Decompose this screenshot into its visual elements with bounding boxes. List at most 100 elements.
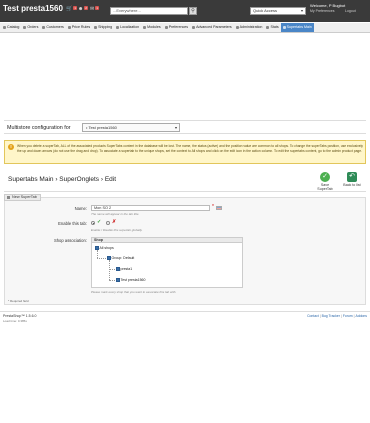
- stats-icon: [266, 26, 270, 29]
- tree-connector: [109, 280, 115, 281]
- tab-advanced-parameters[interactable]: Advanced Parameters: [190, 23, 234, 32]
- preferences-icon: [164, 26, 168, 29]
- name-hint: The name will appear in the tab title.: [91, 212, 140, 216]
- bug-tracker-link[interactable]: Bug Tracker: [322, 314, 340, 318]
- check-icon: ✓: [97, 219, 102, 225]
- tree-header: Shop: [92, 238, 242, 243]
- quick-access-label: Quick Access: [253, 8, 278, 13]
- localization-icon: [116, 26, 120, 29]
- search-icon: ⚲: [191, 8, 195, 14]
- enable-yes-radio[interactable]: [91, 221, 95, 225]
- tab-administration[interactable]: Administration: [234, 23, 265, 32]
- load-time: Load time: 0.385s: [3, 319, 27, 323]
- enable-no-radio[interactable]: [106, 221, 110, 225]
- multistore-selected: • Test presta1560: [86, 125, 117, 130]
- addons-link[interactable]: Addons: [356, 314, 368, 318]
- save-button[interactable]: ✓ Save SuperTab: [314, 172, 336, 191]
- menu-label: Modules: [147, 25, 161, 29]
- name-input[interactable]: Mon SO 2: [91, 205, 210, 211]
- notification-count: 1: [95, 6, 99, 10]
- page-footer: PrestaShop™ 1.5.6.0 Load time: 0.385s Co…: [0, 311, 370, 323]
- tab-orders[interactable]: Orders: [21, 23, 40, 32]
- name-label: Name:: [74, 206, 87, 211]
- tree-connector: [97, 258, 106, 259]
- multistore-select[interactable]: • Test presta1560 ▾: [82, 123, 180, 132]
- cart-icon: 🛒: [66, 6, 73, 12]
- price-rules-icon: [67, 26, 71, 29]
- supertabs-icon: [282, 26, 286, 29]
- multistore-bar: Multistore configuration for • Test pres…: [4, 120, 366, 134]
- legend-text: New SuperTab: [12, 195, 37, 199]
- back-button[interactable]: ↶ Back to list: [341, 172, 363, 190]
- checkbox-checked[interactable]: [116, 267, 120, 271]
- menu-label: Customers: [46, 25, 64, 29]
- search-input[interactable]: ...Everywhere...: [110, 7, 188, 15]
- orders-icon: [23, 26, 27, 29]
- menu-label: Catalog: [7, 25, 20, 29]
- tab-preferences[interactable]: Preferences: [163, 23, 190, 32]
- menu-label: Localization: [120, 25, 140, 29]
- top-header: Test presta1560 🛒 1 ☻ 2 ✉ 1 ...Everywhere..…: [0, 0, 370, 22]
- tab-catalog[interactable]: Catalog: [1, 23, 21, 32]
- separator: |: [319, 314, 321, 318]
- menu-label: Stats: [270, 25, 279, 29]
- tree-connector: [109, 260, 110, 280]
- tree-connector: [97, 250, 98, 258]
- main-menu: Catalog Orders Customers Price Rules Shi…: [0, 23, 370, 33]
- tab-customers[interactable]: Customers: [40, 23, 65, 32]
- menu-label: Shipping: [98, 25, 113, 29]
- version-text: PrestaShop™ 1.5.6.0: [3, 314, 37, 318]
- menu-label: Price Rules: [71, 25, 91, 29]
- modules-icon: [143, 26, 147, 29]
- message-notification[interactable]: ✉ 1: [90, 6, 99, 12]
- back-arrow-icon: ↶: [347, 172, 357, 182]
- menu-label: Advanced Parameters: [196, 25, 232, 29]
- quick-access-select[interactable]: Quick Access ▾: [250, 7, 306, 15]
- tab-price-rules[interactable]: Price Rules: [66, 23, 92, 32]
- customer-notification[interactable]: ☻ 2: [78, 6, 88, 12]
- form-legend: New SuperTab: [4, 194, 41, 201]
- tree-shop-test-presta1560[interactable]: Test presta1560: [116, 278, 145, 282]
- advanced-icon: [192, 26, 196, 29]
- tab-shipping[interactable]: Shipping: [92, 23, 114, 32]
- multistore-label: Multistore configuration for: [7, 125, 71, 131]
- language-flag-icon[interactable]: [216, 206, 222, 210]
- customers-icon: [42, 26, 46, 29]
- tree-label: presta1: [120, 267, 133, 271]
- shop-title[interactable]: Test presta1560: [3, 4, 63, 13]
- notification-count: 2: [84, 6, 88, 10]
- required-marker: *: [212, 204, 214, 210]
- cross-icon: ✗: [112, 219, 117, 225]
- tab-stats[interactable]: Stats: [264, 23, 280, 32]
- tab-supertabs-main[interactable]: Supertabs Main: [280, 23, 314, 32]
- tree-group-default[interactable]: Group: Default: [107, 256, 134, 260]
- required-note: * Required field: [8, 299, 29, 303]
- tree-connector: [109, 269, 115, 270]
- shipping-icon: [94, 26, 98, 29]
- catalog-icon: [3, 26, 6, 29]
- tab-modules[interactable]: Modules: [141, 23, 163, 32]
- tree-shop-presta1[interactable]: presta1: [116, 267, 132, 271]
- checkbox-checked[interactable]: [116, 278, 120, 282]
- my-preferences-link[interactable]: My Preferences: [310, 9, 335, 13]
- separator: |: [340, 314, 342, 318]
- breadcrumb: Supertabs Main › SuperOnglets › Edit: [8, 176, 117, 183]
- enable-hint: Enable / Disable this supertab globally.: [91, 228, 143, 232]
- shop-tree: Shop All shops Group: Default presta1 Te…: [91, 237, 243, 288]
- chevron-down-icon: ▾: [174, 125, 177, 130]
- cart-notification[interactable]: 🛒 1: [66, 6, 77, 12]
- tree-hint: Please mark every shop that you want to …: [91, 290, 177, 294]
- enable-label: Enable this tab:: [58, 221, 87, 226]
- tree-label: Test presta1560: [120, 278, 146, 282]
- message-icon: ✉: [90, 6, 95, 12]
- welcome-text: Welcome, P Bugbot: [310, 3, 346, 8]
- forum-link[interactable]: Forum: [343, 314, 353, 318]
- notification-count: 1: [73, 6, 77, 10]
- search-button[interactable]: ⚲: [189, 7, 197, 15]
- chevron-down-icon: ▾: [300, 8, 303, 13]
- menu-label: Orders: [27, 25, 39, 29]
- user-icon: ☻: [78, 6, 84, 12]
- contact-link[interactable]: Contact: [307, 314, 319, 318]
- tab-localization[interactable]: Localization: [114, 23, 141, 32]
- logout-link[interactable]: Logout: [345, 9, 356, 13]
